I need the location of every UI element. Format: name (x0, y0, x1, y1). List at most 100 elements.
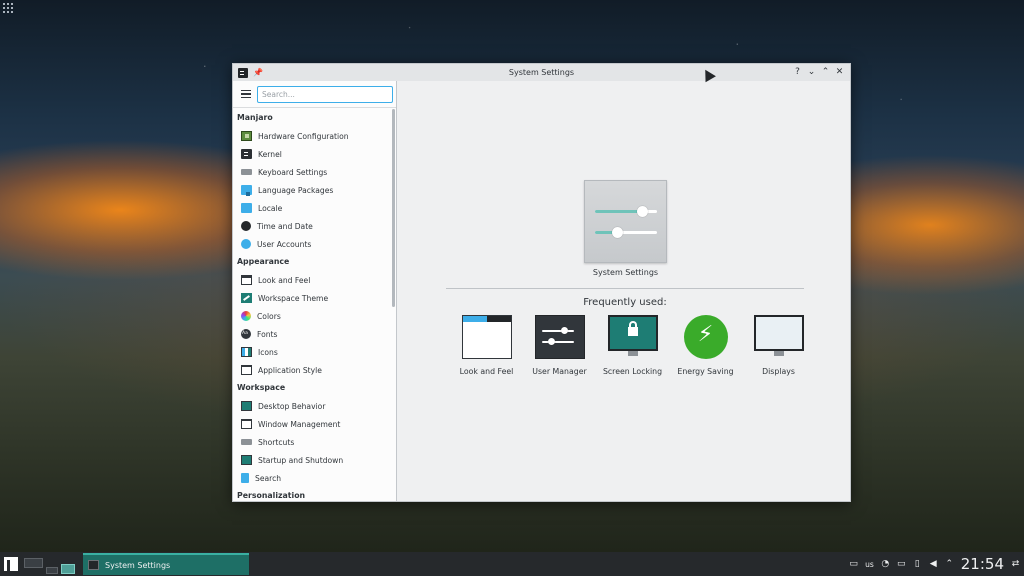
search-input[interactable] (257, 85, 393, 103)
volume-icon[interactable]: ◀ (929, 559, 938, 569)
frequent-item-label: Screen Locking (602, 367, 663, 376)
application-style-icon (241, 365, 252, 375)
virtual-desktop-pager (24, 554, 75, 574)
sidebar-item-label: Icons (258, 347, 278, 357)
sidebar-item-label: Language Packages (258, 185, 334, 195)
colors-icon (241, 311, 251, 321)
sidebar-item-label: Shortcuts (258, 437, 295, 447)
category-header: Appearance (237, 257, 290, 266)
frequently-used-title: Frequently used: (583, 297, 667, 308)
sidebar-item-label: Startup and Shutdown (258, 455, 344, 465)
panel-options-icon[interactable]: ⇄ (1011, 559, 1020, 569)
sidebar-item-label: Kernel (258, 149, 282, 159)
sidebar-scrollbar[interactable] (392, 109, 395, 501)
sidebar-item-hardware-configuration[interactable]: Hardware Configuration (233, 127, 390, 145)
sidebar-item-fonts[interactable]: Fonts (233, 325, 390, 343)
sidebar-item-workspace-theme[interactable]: Workspace Theme (233, 289, 390, 307)
sidebar-item-user-accounts[interactable]: User Accounts (233, 235, 390, 253)
clipboard-icon[interactable]: ▯ (913, 559, 922, 569)
sidebar-item-label: Window Management (258, 419, 341, 429)
window-management-icon (241, 419, 252, 429)
sidebar-item-label: Colors (257, 311, 281, 321)
desktop-2[interactable] (46, 567, 58, 574)
hero-label: System Settings (592, 268, 659, 277)
sidebar-item-label: Desktop Behavior (258, 401, 326, 411)
application-launcher-icon[interactable] (4, 557, 18, 571)
sidebar-item-shortcuts[interactable]: Shortcuts (233, 433, 390, 451)
frequent-item-label: Energy Saving (677, 367, 734, 376)
frequent-item-screen-locking[interactable]: Screen Locking (596, 315, 669, 376)
clock[interactable]: 21:54 (961, 555, 1004, 573)
frequent-item-energy-saving[interactable]: Energy Saving (669, 315, 742, 376)
search-icon (241, 473, 249, 483)
sidebar-item-desktop-behavior[interactable]: Desktop Behavior (233, 397, 390, 415)
sidebar-item-keyboard-settings[interactable]: Keyboard Settings (233, 163, 390, 181)
frequently-used-list: Look and Feel User Manager Screen Lockin… (450, 315, 815, 376)
sidebar-item-startup-and-shutdown[interactable]: Startup and Shutdown (233, 451, 390, 469)
frequent-item-look-and-feel[interactable]: Look and Feel (450, 315, 523, 376)
sidebar-item-kernel[interactable]: Kernel (233, 145, 390, 163)
pin-icon[interactable]: 📌 (253, 68, 263, 77)
sidebar-item-look-and-feel[interactable]: Look and Feel (233, 271, 390, 289)
sidebar-item-label: Application Style (258, 365, 322, 375)
workspace-theme-icon (241, 293, 252, 303)
sidebar-item-locale[interactable]: Locale (233, 199, 390, 217)
frequent-item-displays[interactable]: Displays (742, 315, 815, 376)
shortcuts-icon (241, 439, 252, 445)
task-system-settings[interactable]: System Settings (83, 553, 249, 575)
category-header: Workspace (237, 383, 286, 392)
app-menu-icon[interactable] (238, 67, 248, 78)
icons-icon (241, 347, 252, 357)
frequent-item-label: Displays (762, 367, 795, 376)
desktop-3[interactable] (61, 564, 75, 574)
help-button[interactable]: ? (793, 66, 802, 78)
sidebar-item-colors[interactable]: Colors (233, 307, 390, 325)
frequent-item-user-manager[interactable]: User Manager (523, 315, 596, 376)
sidebar-item-label: Time and Date (257, 221, 313, 231)
desktop-menu-icon[interactable] (3, 3, 13, 13)
category-header: Manjaro (237, 113, 273, 122)
sidebar-item-language-packages[interactable]: Language Packages (233, 181, 390, 199)
frequent-item-label: User Manager (532, 367, 587, 376)
clock-icon (241, 221, 251, 231)
wifi-icon[interactable]: ◔ (881, 559, 890, 569)
category-list: Manjaro Hardware Configuration Kernel Ke… (233, 109, 390, 501)
task-label: System Settings (105, 560, 171, 570)
scrollbar-thumb[interactable] (392, 109, 395, 307)
maximize-button[interactable]: ⌃ (821, 66, 830, 78)
keyboard-layout[interactable]: us (865, 560, 874, 569)
main-panel: System Settings Frequently used: Look an… (398, 81, 850, 501)
sidebar-item-application-style[interactable]: Application Style (233, 361, 390, 379)
system-settings-icon (584, 180, 667, 263)
desktop-1[interactable] (24, 558, 43, 568)
hardware-icon (241, 131, 252, 141)
look-feel-icon (461, 315, 512, 359)
sidebar-item-window-management[interactable]: Window Management (233, 415, 390, 433)
category-header: Personalization (237, 491, 306, 500)
locale-icon (241, 203, 252, 213)
sidebar-item-label: Look and Feel (258, 275, 311, 285)
battery-icon[interactable]: ▭ (897, 559, 906, 569)
window-title: System Settings (508, 68, 575, 77)
minimize-button[interactable]: ⌄ (807, 66, 816, 78)
title-bar[interactable]: 📌 System Settings ? ⌄ ⌃ ✕ (233, 64, 850, 81)
sidebar-item-label: Workspace Theme (258, 293, 329, 303)
hamburger-menu-icon[interactable] (241, 90, 251, 98)
close-button[interactable]: ✕ (835, 66, 844, 78)
sidebar: Manjaro Hardware Configuration Kernel Ke… (233, 81, 397, 501)
sidebar-item-search[interactable]: Search (233, 469, 390, 487)
sidebar-item-icons[interactable]: Icons (233, 343, 390, 361)
desktop-behavior-icon (241, 401, 252, 411)
screen-lock-icon (607, 315, 658, 359)
user-manager-icon (534, 315, 585, 359)
fonts-icon (241, 329, 251, 339)
expand-tray-icon[interactable]: ⌃ (945, 559, 954, 569)
sidebar-item-label: Hardware Configuration (258, 131, 349, 141)
sidebar-item-label: Locale (258, 203, 283, 213)
drive-icon[interactable]: ▭ (849, 559, 858, 569)
sidebar-item-label: User Accounts (257, 239, 312, 249)
sidebar-item-label: Fonts (257, 329, 278, 339)
sidebar-item-time-and-date[interactable]: Time and Date (233, 217, 390, 235)
frequent-item-label: Look and Feel (459, 367, 514, 376)
language-icon (241, 185, 252, 196)
